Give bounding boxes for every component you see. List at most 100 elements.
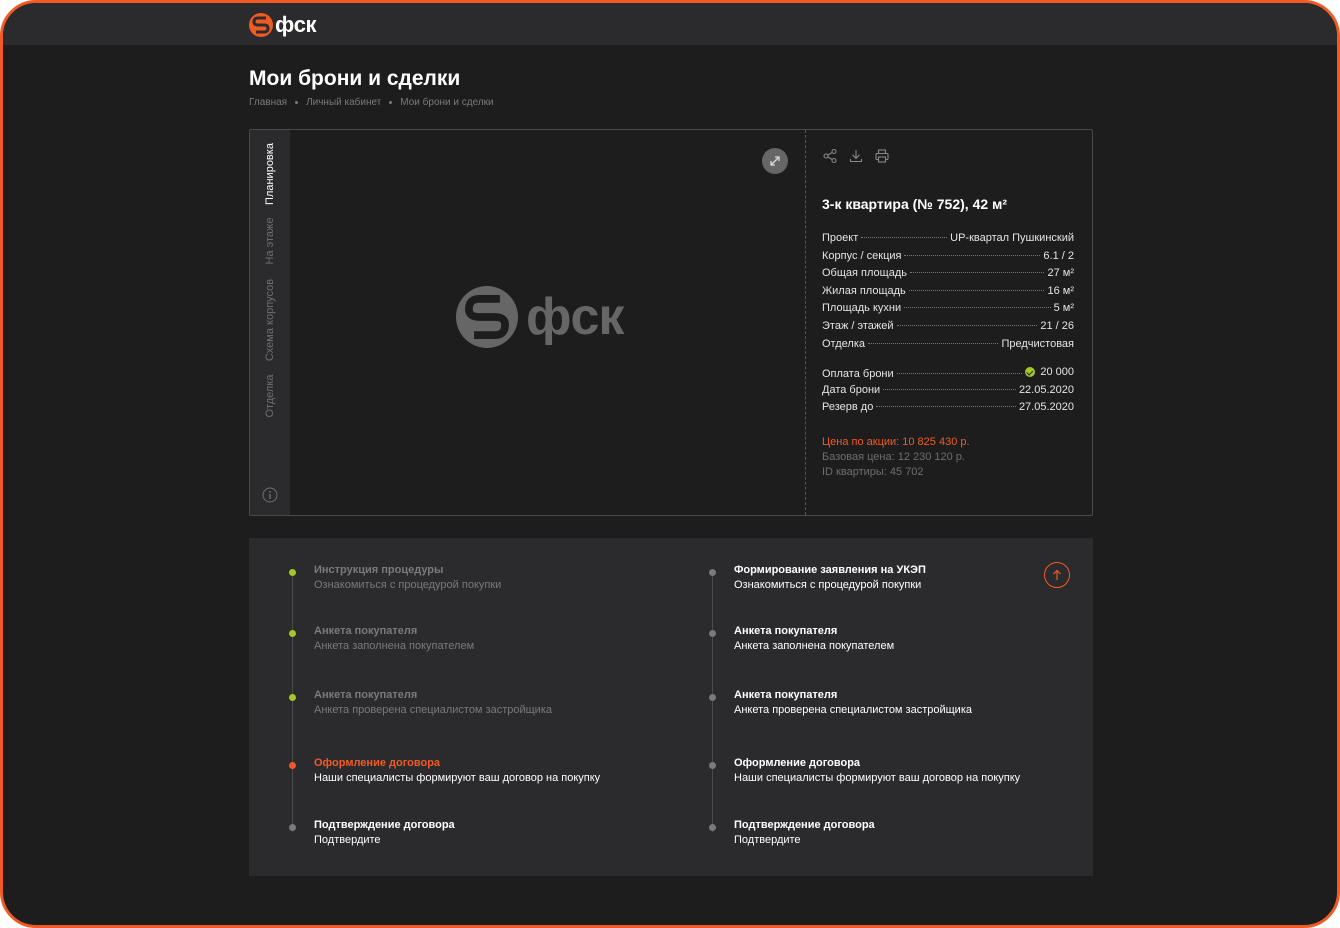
step-bullet (289, 630, 296, 637)
tab-plan[interactable]: Планировка (264, 143, 276, 205)
top-bar: фск (3, 3, 1337, 45)
placeholder-logo-text: фск (526, 288, 624, 346)
steps-column-right: Формирование заявления на УКЭП Ознакомит… (709, 538, 1069, 876)
base-price: Базовая цена: 12 230 120 р. (822, 451, 965, 463)
flat-id: ID квартиры: 45 702 (822, 466, 924, 478)
booking-amount: 20 000 (1040, 366, 1074, 379)
step-bullet (709, 824, 716, 831)
flat-details: 3-к квартира (№ 752), 42 м² Проект UP-ква… (822, 130, 1076, 515)
spec-row: Корпус / секция 6.1 / 2 (822, 250, 1074, 268)
step-subtitle: Ознакомиться с процедурой покупки (314, 579, 502, 591)
breadcrumb-home[interactable]: Главная (249, 97, 287, 108)
timeline-line (712, 576, 713, 832)
floor-plan-area: фск (290, 130, 806, 515)
dotted-leader (904, 307, 1051, 309)
breadcrumb-current: Мои брони и сделки (400, 97, 494, 108)
print-icon[interactable] (874, 148, 890, 164)
step-bullet (709, 762, 716, 769)
step-subtitle: Подтвердите (314, 834, 381, 846)
step-subtitle: Наши специалисты формируют ваш договор н… (314, 772, 601, 784)
spec-value: UP-квартал Пушкинский (950, 232, 1074, 244)
step-subtitle: Ознакомиться с процедурой покупки (734, 579, 922, 591)
dotted-leader (883, 388, 1016, 390)
step-subtitle: Анкета проверена специалистом застройщик… (734, 704, 972, 716)
step-bullet (289, 824, 296, 831)
expand-button[interactable] (762, 148, 788, 174)
deal-steps: Инструкция процедуры Ознакомиться с проц… (249, 538, 1093, 876)
spec-row: Этаж / этажей 21 / 26 (822, 320, 1074, 338)
step-subtitle: Анкета заполнена покупателем (734, 640, 895, 652)
breadcrumb-separator (295, 101, 299, 104)
step-title: Анкета покупателя (734, 689, 838, 701)
spec-label: Жилая площадь (822, 284, 906, 297)
step-subtitle: Анкета проверена специалистом застройщик… (314, 704, 552, 716)
spec-value: 27 м² (1047, 267, 1074, 280)
dotted-leader (876, 406, 1016, 408)
placeholder-logo-icon (456, 286, 518, 348)
tab-buildings-scheme[interactable]: Схема корпусов (264, 279, 276, 361)
plan-placeholder-logo: фск (456, 286, 624, 348)
dotted-leader (904, 254, 1041, 256)
flat-card: Планировка На этаже Схема корпусов Отдел… (249, 129, 1093, 516)
scroll-up-button[interactable] (1044, 562, 1070, 588)
step-bullet (709, 630, 716, 637)
breadcrumb-account[interactable]: Личный кабинет (306, 97, 381, 108)
step-title: Анкета покупателя (314, 625, 418, 637)
spec-value: 16 м² (1047, 284, 1074, 297)
promo-price: Цена по акции: 10 825 430 р. (822, 436, 970, 448)
booking-label: Дата брони (822, 383, 881, 396)
share-icon[interactable] (822, 148, 838, 164)
steps-column-left: Инструкция процедуры Ознакомиться с проц… (289, 538, 689, 876)
step-title: Анкета покупателя (314, 689, 418, 701)
booking-value: 27.05.2020 (1018, 401, 1074, 414)
info-icon[interactable] (262, 487, 278, 503)
spec-label: Проект (822, 232, 859, 244)
dotted-leader (861, 237, 948, 238)
dotted-leader (896, 324, 1038, 326)
spec-row: Проект UP-квартал Пушкинский (822, 232, 1074, 250)
flat-title: 3-к квартира (№ 752), 42 м² (822, 196, 1008, 212)
step-title: Анкета покупателя (734, 625, 838, 637)
booking-label: Резерв до (822, 401, 874, 414)
flat-specs: Проект UP-квартал Пушкинский Корпус / сек… (822, 232, 1074, 419)
tab-finishing[interactable]: Отделка (264, 375, 276, 418)
brand-logo[interactable]: фск (249, 12, 317, 37)
app-window: фск Мои брони и сделки Главная Личный ка… (0, 0, 1340, 928)
dotted-leader (909, 272, 1045, 274)
spec-row: Площадь кухни 5 м² (822, 302, 1074, 320)
logo-mark-icon (249, 13, 273, 37)
step-bullet (709, 569, 716, 576)
spec-row: Отделка Предчистовая (822, 338, 1074, 356)
step-subtitle: Подтвердите (734, 834, 801, 846)
spec-value: 6.1 / 2 (1043, 249, 1074, 262)
logo-text: фск (275, 12, 317, 37)
spec-label: Отделка (822, 337, 865, 350)
step-title: Формирование заявления на УКЭП (734, 564, 926, 576)
step-bullet (289, 569, 296, 576)
booking-row: Резерв до 27.05.2020 (822, 401, 1074, 419)
dotted-leader (908, 289, 1045, 291)
step-title: Подтверждение договора (314, 819, 455, 831)
spec-value: Предчистовая (1001, 337, 1074, 350)
spec-label: Площадь кухни (822, 302, 902, 315)
paid-check-icon (1025, 367, 1036, 378)
tab-on-floor[interactable]: На этаже (264, 218, 276, 265)
step-title: Оформление договора (314, 757, 441, 769)
dotted-leader (868, 342, 999, 344)
step-title: Инструкция процедуры (314, 564, 444, 576)
spec-label: Корпус / секция (822, 249, 902, 262)
booking-label: Оплата брони (822, 368, 894, 381)
booking-value: 20 000 (1025, 366, 1074, 378)
step-bullet (289, 762, 296, 769)
timeline-line (292, 576, 293, 832)
download-icon[interactable] (848, 148, 864, 164)
arrow-up-icon (1053, 569, 1061, 580)
step-title: Подтверждение договора (734, 819, 875, 831)
dotted-leader (896, 373, 1023, 375)
spec-row: Жилая площадь 16 м² (822, 285, 1074, 303)
booking-value: 22.05.2020 (1018, 383, 1074, 396)
view-tabs: Планировка На этаже Схема корпусов Отдел… (250, 130, 290, 515)
spec-value: 5 м² (1053, 302, 1074, 315)
page-title: Мои брони и сделки (249, 67, 461, 90)
spec-value: 21 / 26 (1040, 319, 1074, 332)
